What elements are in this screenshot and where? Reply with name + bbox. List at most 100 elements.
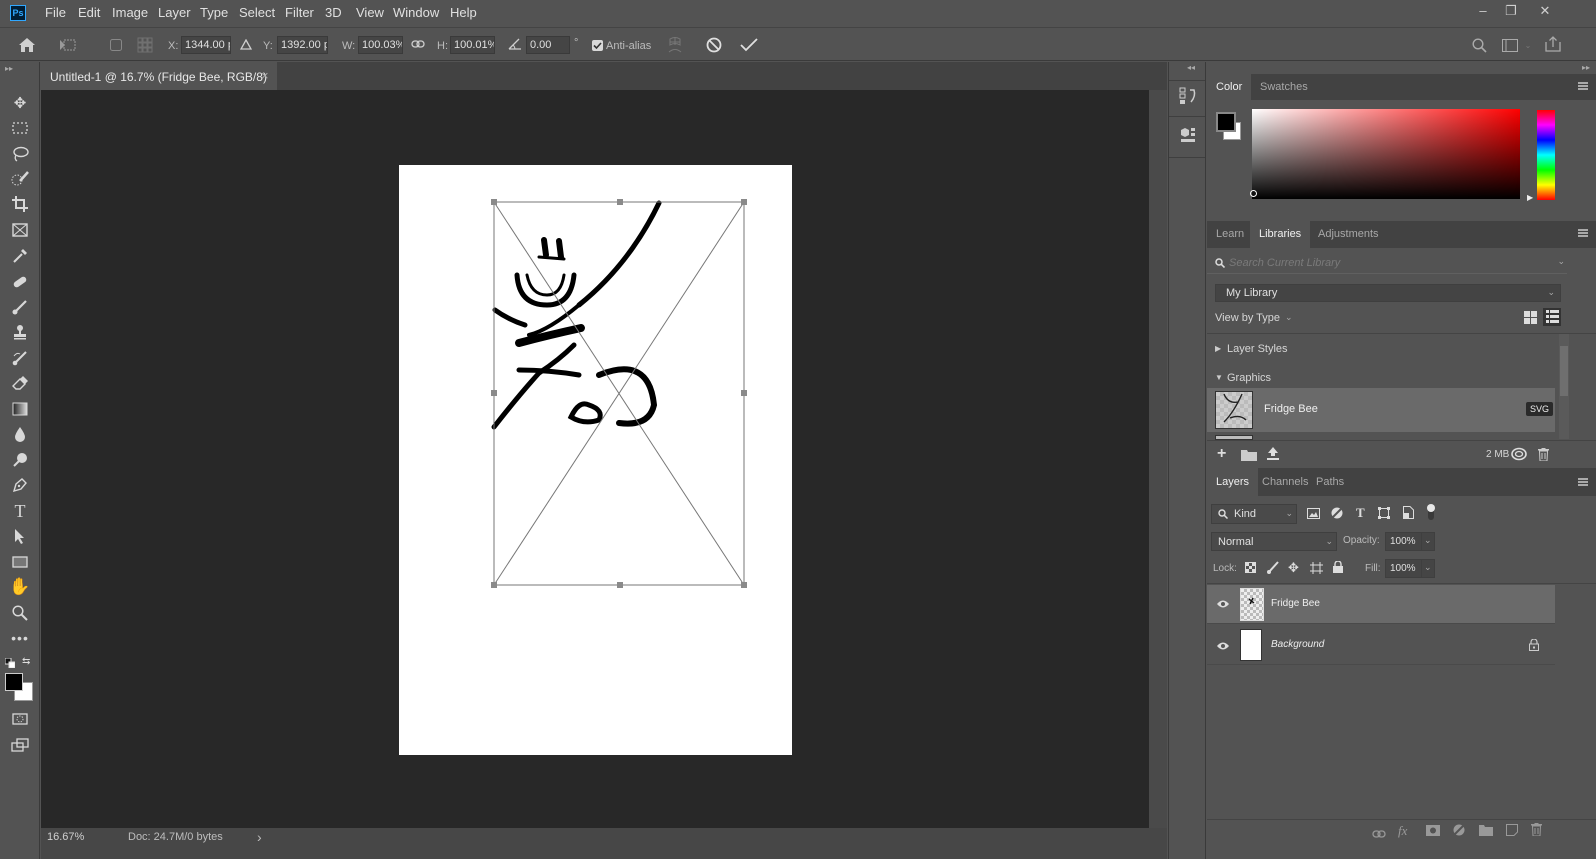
- search-icon[interactable]: [1470, 36, 1488, 54]
- type-tool-icon[interactable]: T: [8, 500, 32, 522]
- y-position-field[interactable]: 1392.00 px: [277, 36, 328, 54]
- library-search[interactable]: Search Current Library ⌄: [1207, 252, 1567, 274]
- eyedropper-tool-icon[interactable]: [8, 245, 32, 267]
- tab-adjustments[interactable]: Adjustments: [1309, 221, 1388, 247]
- layer-filter-kind-select[interactable]: Kind ⌄: [1211, 504, 1297, 524]
- close-window-button[interactable]: ✕: [1530, 3, 1560, 21]
- tab-color[interactable]: Color: [1207, 74, 1252, 100]
- lock-transparent-pixels-icon[interactable]: [1245, 562, 1256, 576]
- pen-tool-icon[interactable]: [8, 474, 32, 496]
- cancel-transform-icon[interactable]: [704, 35, 724, 55]
- graphics-collapse-icon[interactable]: ▼: [1215, 373, 1223, 382]
- lock-image-pixels-icon[interactable]: [1267, 561, 1279, 577]
- workspace-dropdown-icon[interactable]: ⌄: [1522, 38, 1534, 52]
- rotation-field[interactable]: 0.00: [526, 36, 570, 54]
- list-view-icon[interactable]: [1543, 308, 1561, 326]
- color-panel-menu-icon[interactable]: [1578, 82, 1588, 90]
- library-search-input[interactable]: Search Current Library: [1229, 257, 1340, 269]
- new-group-icon[interactable]: [1479, 825, 1493, 839]
- marquee-tool-icon[interactable]: [8, 117, 32, 139]
- close-tab-icon[interactable]: ×: [261, 68, 269, 83]
- link-layers-icon[interactable]: [1372, 827, 1386, 841]
- filter-smart-objects-icon[interactable]: [1403, 506, 1414, 522]
- expand-panels-icon[interactable]: ▸▸: [1582, 63, 1590, 72]
- minimize-button[interactable]: –: [1468, 3, 1498, 21]
- brush-tool-icon[interactable]: [8, 296, 32, 318]
- opacity-field[interactable]: 100%: [1385, 532, 1422, 551]
- menu-edit[interactable]: Edit: [78, 5, 100, 20]
- anti-alias-checkbox[interactable]: [591, 39, 603, 51]
- layer-lock-icon[interactable]: [1529, 638, 1539, 654]
- zoom-level[interactable]: 16.67%: [47, 831, 84, 843]
- library-select[interactable]: My Library ⌄: [1215, 284, 1561, 302]
- reference-point-grid-icon[interactable]: [136, 36, 154, 54]
- collapse-panels-icon[interactable]: ◂◂: [1187, 63, 1195, 72]
- lock-all-icon[interactable]: [1333, 560, 1343, 576]
- fill-slider-dropdown[interactable]: ⌄: [1421, 559, 1435, 578]
- edit-toolbar-icon[interactable]: •••: [8, 627, 32, 649]
- libraries-panel-menu-icon[interactable]: [1578, 229, 1588, 237]
- lock-artboard-icon[interactable]: [1310, 562, 1323, 577]
- swap-colors-icon[interactable]: ⇆: [22, 656, 30, 667]
- filter-type-layers-icon[interactable]: T: [1356, 505, 1365, 521]
- 3d-properties-panel-icon[interactable]: [1179, 126, 1197, 147]
- screen-mode-icon[interactable]: [8, 734, 32, 756]
- vertical-scrollbar[interactable]: [1149, 90, 1167, 828]
- menu-filter[interactable]: Filter: [285, 5, 314, 20]
- add-content-icon[interactable]: +: [1217, 445, 1226, 463]
- path-selection-tool-icon[interactable]: [8, 525, 32, 547]
- section-layer-styles[interactable]: Layer Styles: [1227, 343, 1288, 355]
- crop-tool-icon[interactable]: [8, 193, 32, 215]
- tab-paths[interactable]: Paths: [1307, 468, 1353, 494]
- blur-tool-icon[interactable]: [8, 423, 32, 445]
- menu-select[interactable]: Select: [239, 5, 275, 20]
- delete-layer-icon[interactable]: [1531, 823, 1542, 839]
- hand-tool-icon[interactable]: ✋: [8, 576, 32, 598]
- view-by-chevron-icon[interactable]: ⌄: [1285, 312, 1293, 323]
- relative-position-icon[interactable]: [239, 37, 253, 51]
- restore-button[interactable]: ❐: [1496, 3, 1526, 21]
- library-item-fridge-bee[interactable]: Fridge Bee SVG: [1207, 388, 1555, 432]
- layer-row-fridge-bee[interactable]: Fridge Bee: [1207, 585, 1555, 624]
- zoom-tool-icon[interactable]: [8, 602, 32, 624]
- tab-libraries[interactable]: Libraries: [1250, 221, 1311, 248]
- upload-icon[interactable]: [1267, 447, 1279, 464]
- status-menu-arrow-icon[interactable]: ›: [257, 829, 262, 845]
- collapse-tools-icon[interactable]: ▸▸: [5, 64, 13, 73]
- history-brush-tool-icon[interactable]: [8, 347, 32, 369]
- tab-swatches[interactable]: Swatches: [1251, 74, 1317, 100]
- creative-cloud-icon[interactable]: [1511, 447, 1527, 464]
- menu-type[interactable]: Type: [200, 5, 228, 20]
- menu-layer[interactable]: Layer: [158, 5, 191, 20]
- home-icon[interactable]: [17, 36, 37, 54]
- height-field[interactable]: 100.01%: [450, 36, 495, 54]
- grid-view-icon[interactable]: [1524, 311, 1537, 327]
- layer-styles-expand-icon[interactable]: ▶: [1215, 344, 1221, 353]
- transform-preset-icon[interactable]: [58, 36, 78, 54]
- layer-name[interactable]: Background: [1271, 639, 1324, 650]
- lock-position-icon[interactable]: ✥: [1288, 560, 1299, 576]
- layers-panel-menu-icon[interactable]: [1578, 478, 1588, 486]
- quick-selection-tool-icon[interactable]: [8, 168, 32, 190]
- move-tool-icon[interactable]: ✥: [8, 92, 32, 114]
- section-graphics[interactable]: Graphics: [1227, 372, 1271, 384]
- hue-slider[interactable]: [1537, 110, 1555, 200]
- layer-thumbnail[interactable]: [1240, 629, 1262, 661]
- visibility-eye-icon[interactable]: [1216, 640, 1230, 654]
- opacity-slider-dropdown[interactable]: ⌄: [1421, 532, 1435, 551]
- menu-help[interactable]: Help: [450, 5, 477, 20]
- layer-name[interactable]: Fridge Bee: [1271, 598, 1320, 609]
- workspace-icon[interactable]: [1500, 36, 1520, 54]
- healing-brush-tool-icon[interactable]: [8, 270, 32, 292]
- hue-slider-handle[interactable]: ▶: [1527, 193, 1533, 202]
- color-picker-marker[interactable]: [1250, 190, 1257, 197]
- menu-file[interactable]: File: [45, 5, 66, 20]
- foreground-color-swatch[interactable]: [5, 673, 23, 691]
- layer-thumbnail[interactable]: [1240, 588, 1264, 621]
- link-icon[interactable]: [410, 37, 426, 51]
- layer-style-fx-icon[interactable]: fx: [1398, 823, 1407, 839]
- frame-tool-icon[interactable]: [8, 219, 32, 241]
- transform-bounding-box[interactable]: [399, 165, 792, 755]
- library-scrollbar[interactable]: [1559, 334, 1569, 439]
- share-icon[interactable]: [1543, 34, 1563, 54]
